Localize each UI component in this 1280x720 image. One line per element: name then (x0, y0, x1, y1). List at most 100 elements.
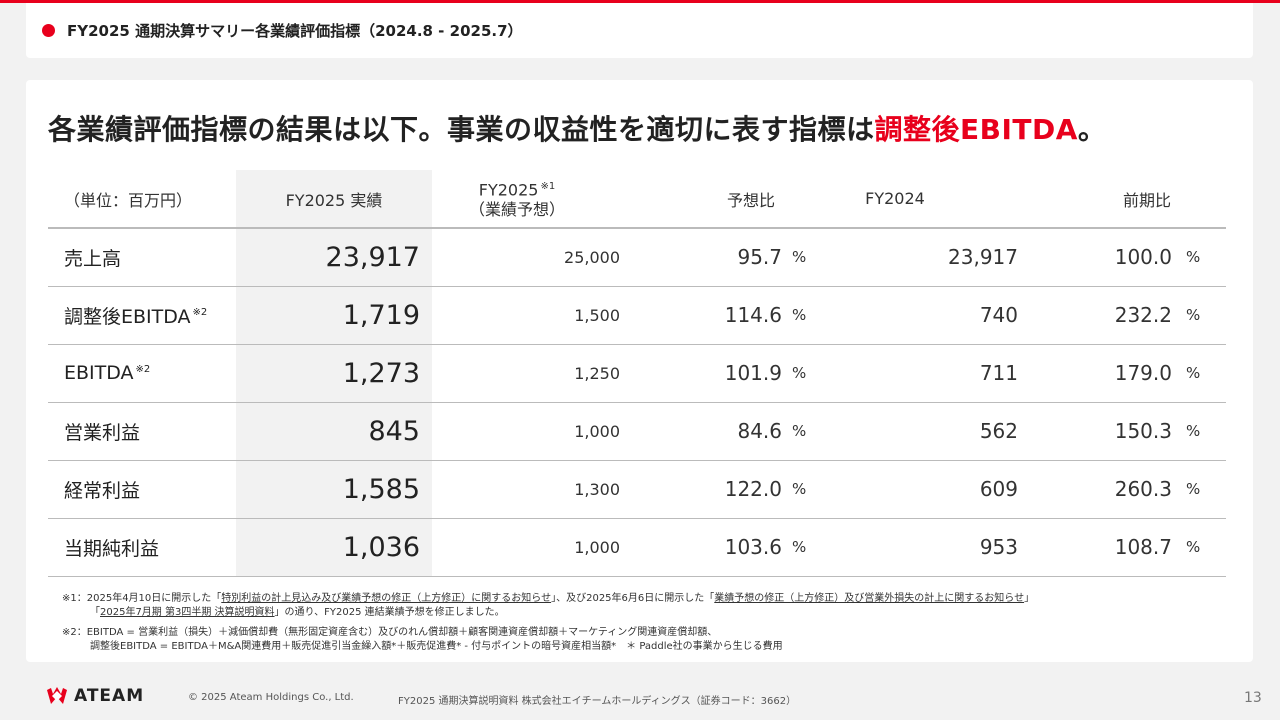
cell-yoy-pct: % (1186, 228, 1226, 287)
cell-yoy-pct: % (1186, 286, 1226, 345)
cell-ratio: 114.6 (632, 286, 792, 345)
cell-yoy: 108.7 (1028, 518, 1186, 577)
footnote-1-end: 」 (1024, 593, 1035, 604)
cell-prev-value: 953 (979, 535, 1018, 559)
table-row: 売上高 23,917 25,000 95.7% 23,917 100.0% (48, 228, 1226, 287)
cell-actual-value: 1,719 (342, 299, 420, 331)
copyright: © 2025 Ateam Holdings Co., Ltd. (188, 692, 354, 703)
row-label: 経常利益 (48, 460, 236, 519)
cell-yoy-pct: % (1186, 344, 1226, 403)
row-label: 当期純利益 (48, 518, 236, 577)
footnote-2: ※2：EBITDA = 営業利益（損失）＋減価償却費（無形固定資産含む）及びのれ… (62, 626, 1034, 654)
kpi-table: （単位：百万円） FY2025 実績 FY2025 ※1 （業績予想） 予想比 F… (48, 170, 1226, 577)
row-label: EBITDA ※2 (48, 344, 236, 403)
cell-yoy: 100.0 (1028, 228, 1186, 287)
cell-ratio-pct: % (792, 460, 832, 519)
footnote-1-line2: 「2025年7月期 第3四半期 決算説明資料」の通り、FY2025 連結業績予想… (62, 606, 1034, 620)
cell-yoy: 179.0 (1028, 344, 1186, 403)
col-header-actual: FY2025 実績 (236, 170, 432, 229)
cell-actual: 1,273 (236, 344, 432, 403)
headline-text: 各業績評価指標の結果は以下。事業の収益性を適切に表す指標は (48, 113, 875, 146)
cell-plan-value: 1,250 (574, 363, 620, 383)
footnote-1-mid: 」、及び2025年6月6日に開示した「 (551, 593, 715, 604)
col-header-plan-line2: （業績予想） (468, 200, 565, 220)
cell-actual: 1,036 (236, 518, 432, 577)
table-row: 経常利益 1,585 1,300 122.0% 609 260.3% (48, 460, 1226, 519)
row-label-value: 売上高 (64, 247, 122, 270)
cell-ratio: 84.6 (632, 402, 792, 461)
footnote-2-line2: 調整後EBITDA = EBITDA＋M&A関連費用＋販売促進引当金繰入額*＋販… (90, 641, 783, 652)
cell-yoy: 150.3 (1028, 402, 1186, 461)
footnote-1-line2-prefix: 「 (90, 607, 100, 618)
cell-prev-value: 711 (979, 361, 1018, 385)
cell-ratio: 95.7 (632, 228, 792, 287)
cell-plan-value: 1,000 (574, 421, 620, 441)
ateam-logo-icon (46, 686, 68, 706)
cell-actual-value: 1,036 (342, 531, 420, 563)
headline-end: 。 (1077, 113, 1107, 146)
page-number: 13 (1244, 690, 1262, 706)
cell-ratio-value: 114.6 (724, 303, 782, 327)
footer: ATEAM © 2025 Ateam Holdings Co., Ltd. FY… (0, 672, 1280, 720)
table-row: 当期純利益 1,036 1,000 103.6% 953 108.7% (48, 518, 1226, 577)
content-card: 各業績評価指標の結果は以下。事業の収益性を適切に表す指標は調整後EBITDA。 … (26, 80, 1253, 662)
company-logo: ATEAM (46, 686, 144, 706)
table-row: 調整後EBITDA ※2 1,719 1,500 114.6% 740 232.2% (48, 286, 1226, 345)
cell-actual: 1,719 (236, 286, 432, 345)
row-label: 営業利益 (48, 402, 236, 461)
cell-ratio-value: 122.0 (724, 477, 782, 501)
section-header: FY2025 通期決算サマリー各業績評価指標（2024.8 - 2025.7） (26, 3, 1253, 58)
cell-plan-value: 1,000 (574, 537, 620, 557)
cell-ratio-value: 95.7 (737, 245, 782, 270)
cell-plan: 1,300 (432, 460, 632, 519)
bullet-dot-icon (42, 24, 55, 37)
cell-yoy-value: 100.0 (1114, 245, 1172, 270)
col-header-prev: FY2024 (832, 170, 1028, 229)
cell-ratio-value: 84.6 (737, 419, 782, 443)
cell-yoy: 232.2 (1028, 286, 1186, 345)
cell-yoy-value: 179.0 (1114, 361, 1172, 385)
footnote-1-link-2[interactable]: 業績予想の修正（上方修正）及び営業外損失の計上に関するお知らせ (714, 593, 1024, 604)
cell-plan-value: 25,000 (564, 247, 620, 267)
headline-highlight: 調整後EBITDA (874, 113, 1078, 146)
col-header-plan-line1: FY2025 (478, 180, 539, 200)
row-label-value: 当期純利益 (64, 537, 160, 560)
cell-plan: 1,000 (432, 402, 632, 461)
cell-ratio: 103.6 (632, 518, 792, 577)
cell-ratio-value: 103.6 (724, 535, 782, 559)
cell-prev-value: 740 (979, 303, 1018, 327)
col-header-yoy: 前期比 (1028, 170, 1226, 229)
cell-yoy-pct: % (1186, 402, 1226, 461)
cell-actual-value: 845 (368, 415, 420, 447)
cell-yoy-value: 260.3 (1114, 477, 1172, 501)
cell-prev: 609 (832, 460, 1028, 519)
row-label-value: 営業利益 (64, 421, 141, 444)
table-row: 営業利益 845 1,000 84.6% 562 150.3% (48, 402, 1226, 461)
footnote-1-link-3[interactable]: 2025年7月期 第3四半期 決算説明資料 (100, 607, 275, 618)
footnote-1-prefix: ※1：2025年4月10日に開示した「 (62, 593, 222, 604)
cell-ratio-pct: % (792, 228, 832, 287)
cell-prev: 23,917 (832, 228, 1028, 287)
row-label-value: EBITDA (64, 362, 134, 384)
document-name: FY2025 通期決算説明資料 株式会社エイチームホールディングス（証券コード：… (398, 696, 797, 707)
cell-actual-value: 23,917 (325, 241, 420, 273)
cell-actual: 23,917 (236, 228, 432, 287)
cell-plan: 1,000 (432, 518, 632, 577)
cell-ratio-pct: % (792, 344, 832, 403)
cell-ratio-value: 101.9 (724, 361, 782, 385)
logo-text: ATEAM (74, 686, 145, 706)
cell-ratio-pct: % (792, 402, 832, 461)
cell-ratio-pct: % (792, 518, 832, 577)
cell-actual: 1,585 (236, 460, 432, 519)
unit-label: （単位：百万円） (48, 170, 236, 229)
cell-prev-value: 23,917 (948, 245, 1018, 270)
cell-actual: 845 (236, 402, 432, 461)
cell-yoy-value: 232.2 (1114, 303, 1172, 327)
row-label: 売上高 (48, 228, 236, 287)
row-label: 調整後EBITDA ※2 (48, 286, 236, 345)
cell-prev-value: 609 (979, 477, 1018, 501)
cell-actual-value: 1,585 (342, 473, 420, 505)
footnote-1-link-1[interactable]: 特別利益の計上見込み及び業績予想の修正（上方修正）に関するお知らせ (221, 593, 551, 604)
cell-plan: 1,500 (432, 286, 632, 345)
cell-ratio-pct: % (792, 286, 832, 345)
